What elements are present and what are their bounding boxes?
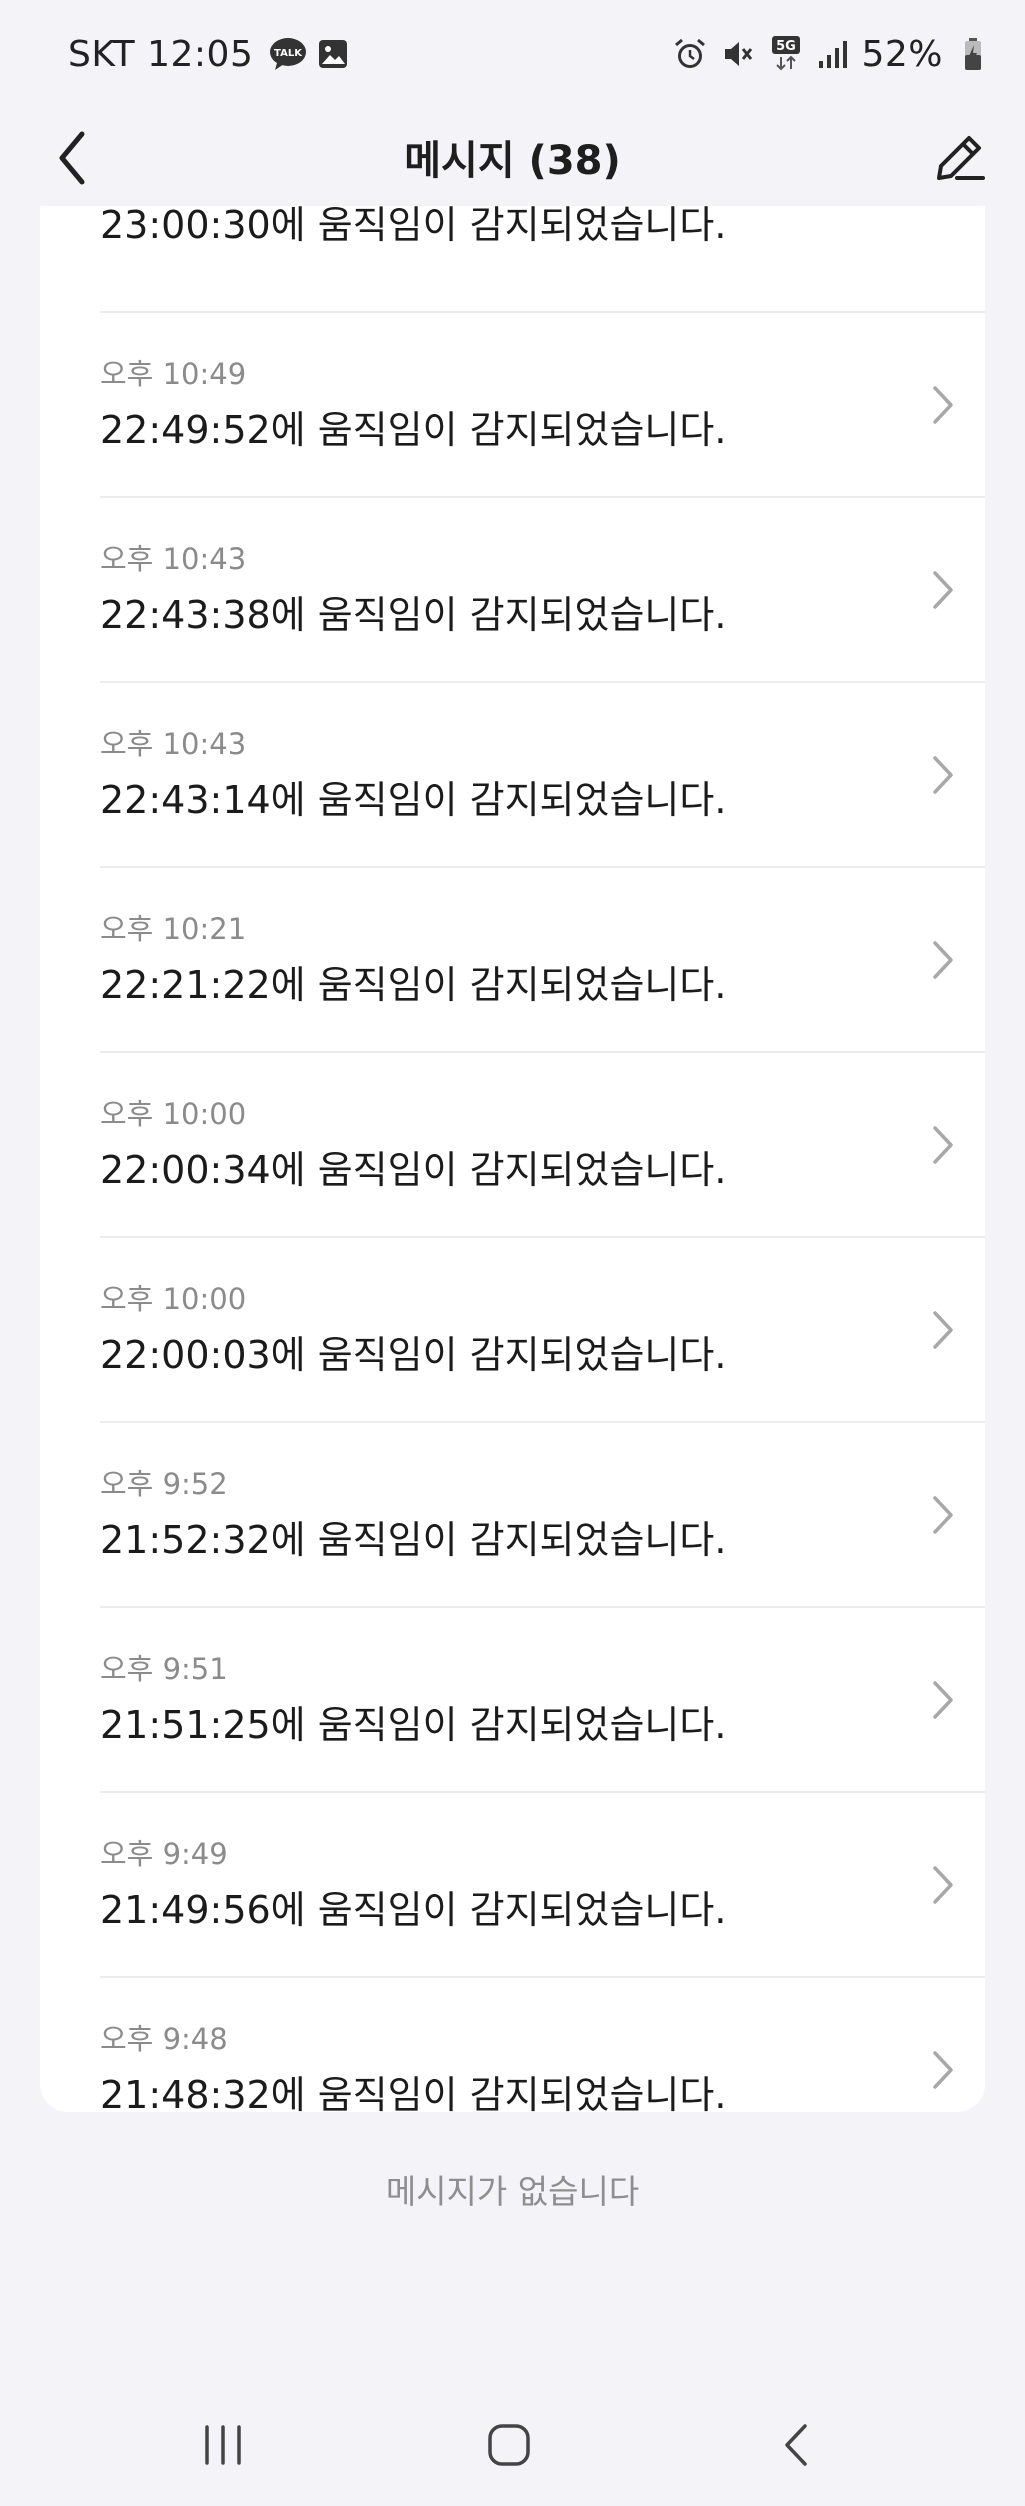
- svg-text:5G: 5G: [777, 39, 797, 54]
- status-bar: SKT 12:05 TALK 5G 52%: [0, 0, 1025, 108]
- message-item[interactable]: 오후 10:00 22:00:34에 움직임이 감지되었습니다.: [100, 1053, 985, 1238]
- home-button[interactable]: [464, 2410, 554, 2480]
- pencil-icon: [937, 136, 985, 180]
- battery-icon: [963, 37, 983, 71]
- message-text: 21:48:32에 움직임이 감지되었습니다.: [100, 2073, 727, 2112]
- talk-icon: TALK: [269, 37, 307, 71]
- compose-button[interactable]: [921, 120, 997, 196]
- navigation-bar: [0, 2390, 1025, 2506]
- message-item[interactable]: 오후 10:43 22:43:38에 움직임이 감지되었습니다.: [100, 498, 985, 683]
- chevron-right-icon: [923, 1300, 963, 1360]
- back-icon: [785, 2424, 807, 2466]
- message-text: 22:43:38에 움직임이 감지되었습니다.: [100, 593, 727, 637]
- home-icon: [488, 2424, 530, 2466]
- message-text: 22:00:03에 움직임이 감지되었습니다.: [100, 1333, 727, 1377]
- chevron-right-icon: [923, 1115, 963, 1175]
- message-text: 21:49:56에 움직임이 감지되었습니다.: [100, 1888, 727, 1932]
- chevron-right-icon: [923, 560, 963, 620]
- alarm-icon: [673, 37, 707, 71]
- chevron-right-icon: [923, 1670, 963, 1730]
- message-time: 오후 10:43: [100, 542, 247, 576]
- message-item[interactable]: 오후 10:49 22:49:52에 움직임이 감지되었습니다.: [100, 313, 985, 498]
- message-list: 23:00:30에 움직임이 감지되었습니다. 오후 10:49 22:49:52에…: [40, 206, 985, 2112]
- message-list-viewport[interactable]: 23:00:30에 움직임이 감지되었습니다. 오후 10:49 22:49:52에…: [40, 206, 985, 2112]
- chevron-right-icon: [923, 375, 963, 435]
- status-left: SKT 12:05 TALK: [68, 34, 349, 75]
- message-text: 22:21:22에 움직임이 감지되었습니다.: [100, 963, 727, 1007]
- message-item[interactable]: 오후 9:49 21:49:56에 움직임이 감지되었습니다.: [100, 1793, 985, 1978]
- message-time: 오후 9:51: [100, 1652, 228, 1686]
- message-item[interactable]: 오후 10:43 22:43:14에 움직임이 감지되었습니다.: [100, 683, 985, 868]
- recent-apps-icon: [205, 2425, 241, 2465]
- chevron-right-icon: [923, 2040, 963, 2100]
- status-right: 5G 52%: [659, 34, 983, 75]
- carrier-time: SKT 12:05: [68, 33, 254, 75]
- message-item[interactable]: 오후 10:21 22:21:22에 움직임이 감지되었습니다.: [100, 868, 985, 1053]
- page-title: 메시지 (38): [404, 138, 621, 184]
- chevron-right-icon: [923, 930, 963, 990]
- message-text: 22:43:14에 움직임이 감지되었습니다.: [100, 778, 727, 822]
- signal-icon: [817, 39, 849, 69]
- recent-apps-button[interactable]: [178, 2410, 268, 2480]
- mute-icon: [721, 37, 755, 71]
- svg-text:TALK: TALK: [274, 48, 303, 59]
- nav-back-button[interactable]: [752, 2410, 842, 2480]
- message-item[interactable]: 오후 9:52 21:52:32에 움직임이 감지되었습니다.: [100, 1423, 985, 1608]
- message-time: 오후 10:21: [100, 912, 247, 946]
- message-time: 오후 9:48: [100, 2022, 228, 2056]
- message-text: 22:49:52에 움직임이 감지되었습니다.: [100, 408, 727, 452]
- message-time: 오후 10:43: [100, 727, 247, 761]
- message-text: 23:00:30에 움직임이 감지되었습니다.: [100, 206, 727, 247]
- message-time: 오후 9:49: [100, 1837, 228, 1871]
- message-item[interactable]: 오후 9:48 21:48:32에 움직임이 감지되었습니다.: [100, 1978, 985, 2112]
- message-text: 21:51:25에 움직임이 감지되었습니다.: [100, 1703, 727, 1747]
- message-time: 오후 10:00: [100, 1282, 247, 1316]
- message-text: 21:52:32에 움직임이 감지되었습니다.: [100, 1518, 727, 1562]
- chevron-right-icon: [923, 1855, 963, 1915]
- gallery-icon: [317, 38, 349, 70]
- message-text: 22:00:34에 움직임이 감지되었습니다.: [100, 1148, 727, 1192]
- message-time: 오후 9:52: [100, 1467, 228, 1501]
- app-bar: 메시지 (38): [0, 108, 1025, 208]
- message-item[interactable]: 오후 10:00 22:00:03에 움직임이 감지되었습니다.: [100, 1238, 985, 1423]
- 5g-icon: 5G: [769, 35, 803, 73]
- message-item[interactable]: 오후 9:51 21:51:25에 움직임이 감지되었습니다.: [100, 1608, 985, 1793]
- message-time: 오후 10:00: [100, 1097, 247, 1131]
- message-item[interactable]: 23:00:30에 움직임이 감지되었습니다.: [100, 206, 985, 313]
- empty-note: 메시지가 없습니다: [385, 2172, 640, 2211]
- battery-percent: 52%: [861, 33, 943, 75]
- chevron-right-icon: [923, 1485, 963, 1545]
- chevron-right-icon: [923, 745, 963, 805]
- message-time: 오후 10:49: [100, 357, 247, 391]
